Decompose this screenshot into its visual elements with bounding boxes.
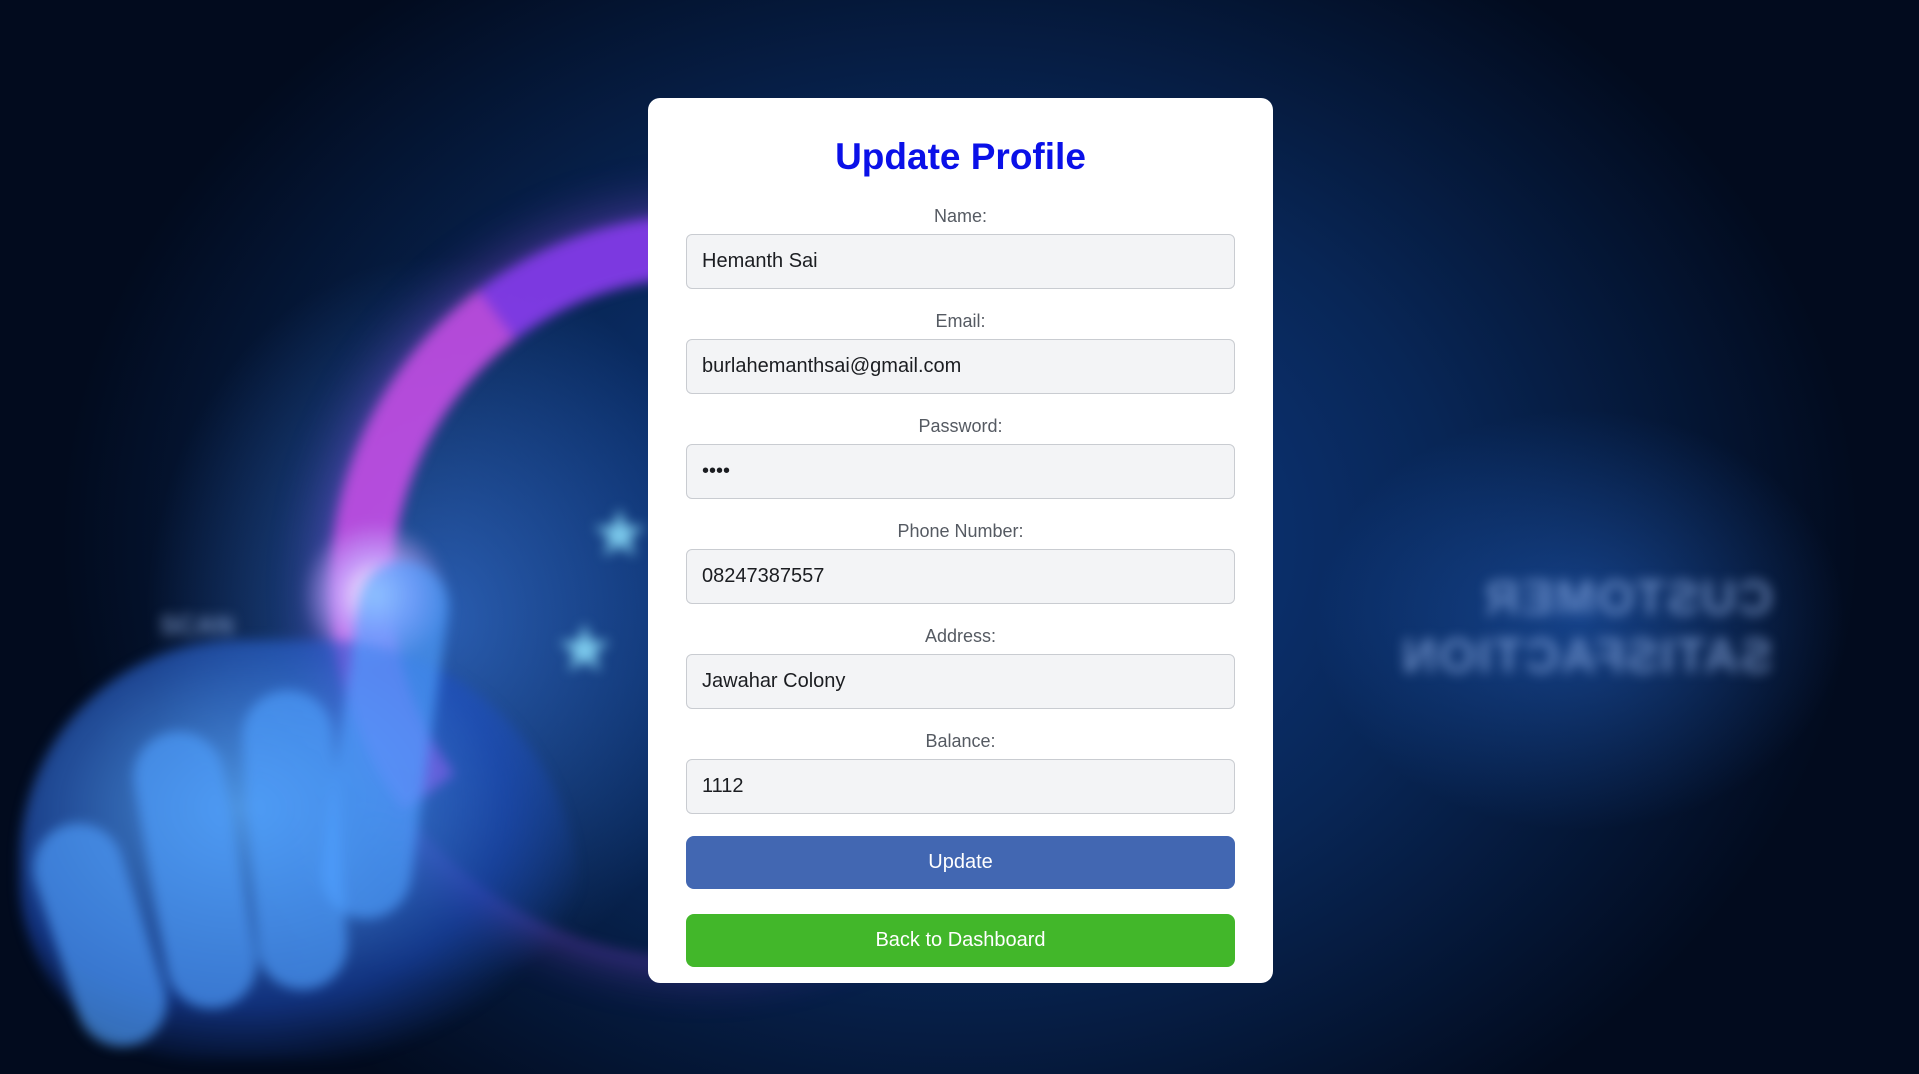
star-icon: ★ (555, 611, 615, 685)
address-label: Address: (924, 626, 997, 646)
star-icon: ★ (590, 496, 650, 570)
page-title: Update Profile (835, 136, 1086, 177)
password-field-group: Password: (686, 416, 1235, 499)
phone-label: Phone Number: (897, 521, 1024, 541)
phone-field-group: Phone Number: (686, 521, 1235, 604)
address-input[interactable] (686, 654, 1235, 709)
balance-field-group: Balance: (686, 731, 1235, 814)
email-label: Email: (935, 311, 986, 331)
background-small-text: SCAN (160, 610, 234, 640)
name-input[interactable] (686, 234, 1235, 289)
email-input[interactable] (686, 339, 1235, 394)
balance-input[interactable] (686, 759, 1235, 814)
update-profile-card: Update Profile Name: Email: Password: Ph… (648, 98, 1273, 983)
password-input[interactable] (686, 444, 1235, 499)
update-button[interactable]: Update (686, 836, 1235, 889)
phone-input[interactable] (686, 549, 1235, 604)
background-mirrored-text: CUSTOMER SATISFACTION (1400, 572, 1773, 683)
address-field-group: Address: (686, 626, 1235, 709)
password-label: Password: (918, 416, 1003, 436)
name-field-group: Name: (686, 206, 1235, 289)
back-to-dashboard-button[interactable]: Back to Dashboard (686, 914, 1235, 967)
name-label: Name: (933, 206, 987, 226)
balance-label: Balance: (925, 731, 996, 751)
email-field-group: Email: (686, 311, 1235, 394)
